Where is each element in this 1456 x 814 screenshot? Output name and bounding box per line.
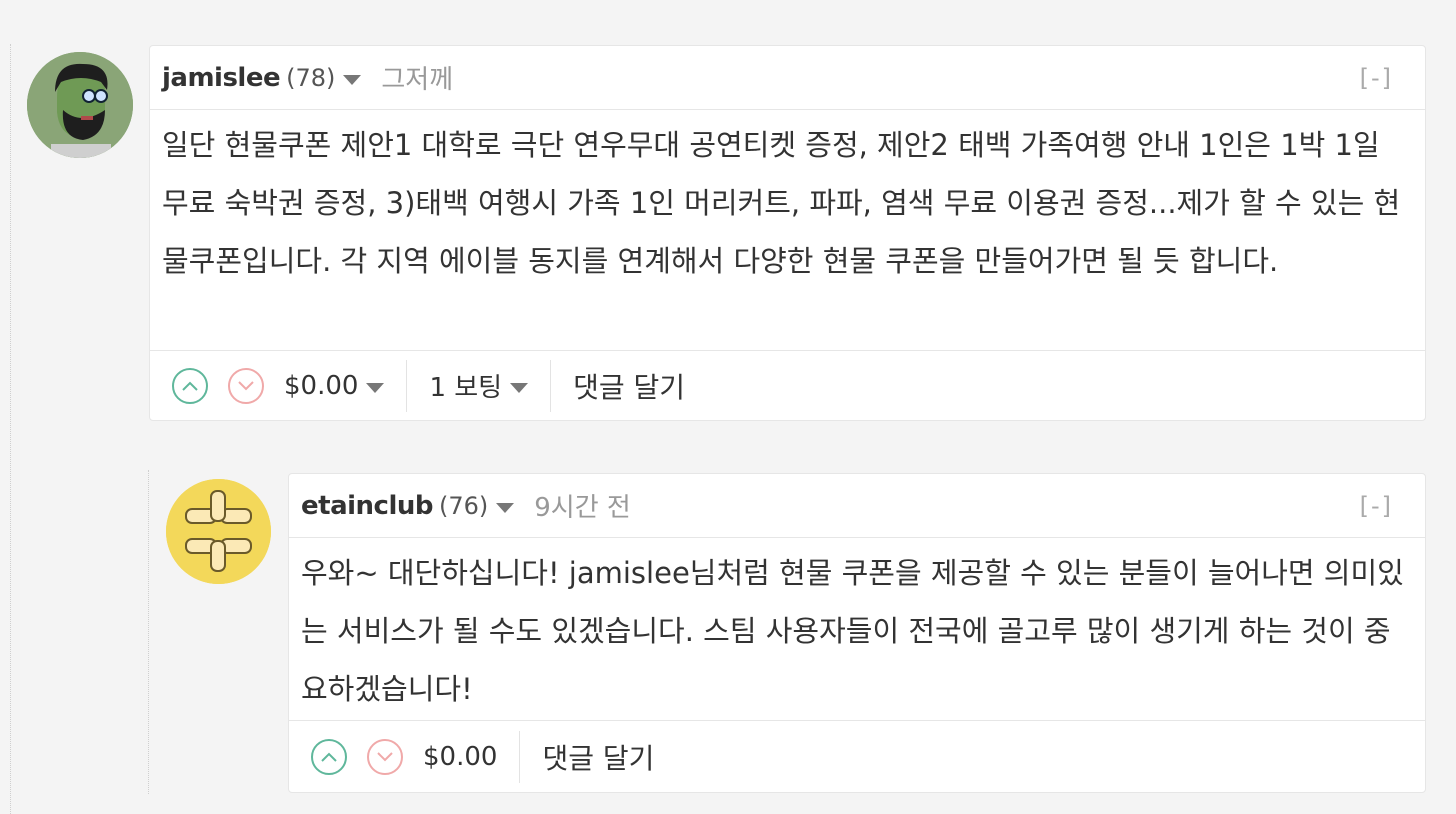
chevron-up-icon <box>321 752 337 762</box>
votes-dropdown[interactable]: 1 보팅 <box>429 367 529 404</box>
chevron-down-icon <box>377 751 393 761</box>
payout-value: $0.00 <box>284 370 359 401</box>
reply-button[interactable]: 댓글 달기 <box>542 737 654 777</box>
author-reputation: (76) <box>438 491 489 520</box>
author-name[interactable]: etainclub <box>301 491 433 521</box>
collapse-toggle[interactable]: [-] <box>1360 492 1393 520</box>
divider <box>519 730 521 783</box>
downvote-button[interactable] <box>228 367 264 404</box>
comment-card: jamislee (78) 그저께 [-] 일단 현물쿠폰 제안1 대학로 극단… <box>149 45 1426 421</box>
chevron-down-icon <box>238 380 254 390</box>
thread-line-nested <box>148 470 149 794</box>
caret-down-icon[interactable] <box>496 502 515 513</box>
downvote-button[interactable] <box>367 738 403 775</box>
collapse-toggle[interactable]: [-] <box>1360 64 1393 92</box>
post-time[interactable]: 9시간 전 <box>534 487 631 524</box>
payout-dropdown[interactable]: $0.00 <box>284 370 385 401</box>
reply-button[interactable]: 댓글 달기 <box>573 366 685 406</box>
comment-card: etainclub (76) 9시간 전 [-] 우와~ 대단하십니다! jam… <box>288 473 1426 793</box>
caret-down-icon <box>510 382 529 393</box>
comment-footer: $0.00 1 보팅 댓글 달기 <box>150 351 1425 420</box>
caret-down-icon[interactable] <box>343 74 362 85</box>
divider <box>550 359 552 412</box>
avatar[interactable] <box>166 479 271 584</box>
votes-count: 1 보팅 <box>429 373 503 403</box>
author-reputation: (78) <box>286 63 336 92</box>
comment-body: 일단 현물쿠폰 제안1 대학로 극단 연우무대 공연티켓 증정, 제안2 태백 … <box>150 110 1425 351</box>
thread-line <box>10 44 11 814</box>
comment-header: etainclub (76) 9시간 전 [-] <box>289 474 1425 538</box>
avatar[interactable] <box>27 52 133 158</box>
upvote-button[interactable] <box>311 738 347 775</box>
payout-amount: $0.00 <box>423 741 498 772</box>
comment-footer: $0.00 댓글 달기 <box>289 721 1425 792</box>
caret-down-icon <box>366 382 385 393</box>
author-name[interactable]: jamislee <box>162 63 281 93</box>
comment-body: 우와~ 대단하십니다! jamislee님처럼 현물 쿠폰을 제공할 수 있는 … <box>289 538 1425 721</box>
comment-header: jamislee (78) 그저께 [-] <box>150 46 1425 110</box>
post-time[interactable]: 그저께 <box>381 59 453 96</box>
upvote-button[interactable] <box>172 367 208 404</box>
divider <box>406 359 408 412</box>
payout-value: $0.00 <box>423 742 497 772</box>
chevron-up-icon <box>182 381 198 391</box>
